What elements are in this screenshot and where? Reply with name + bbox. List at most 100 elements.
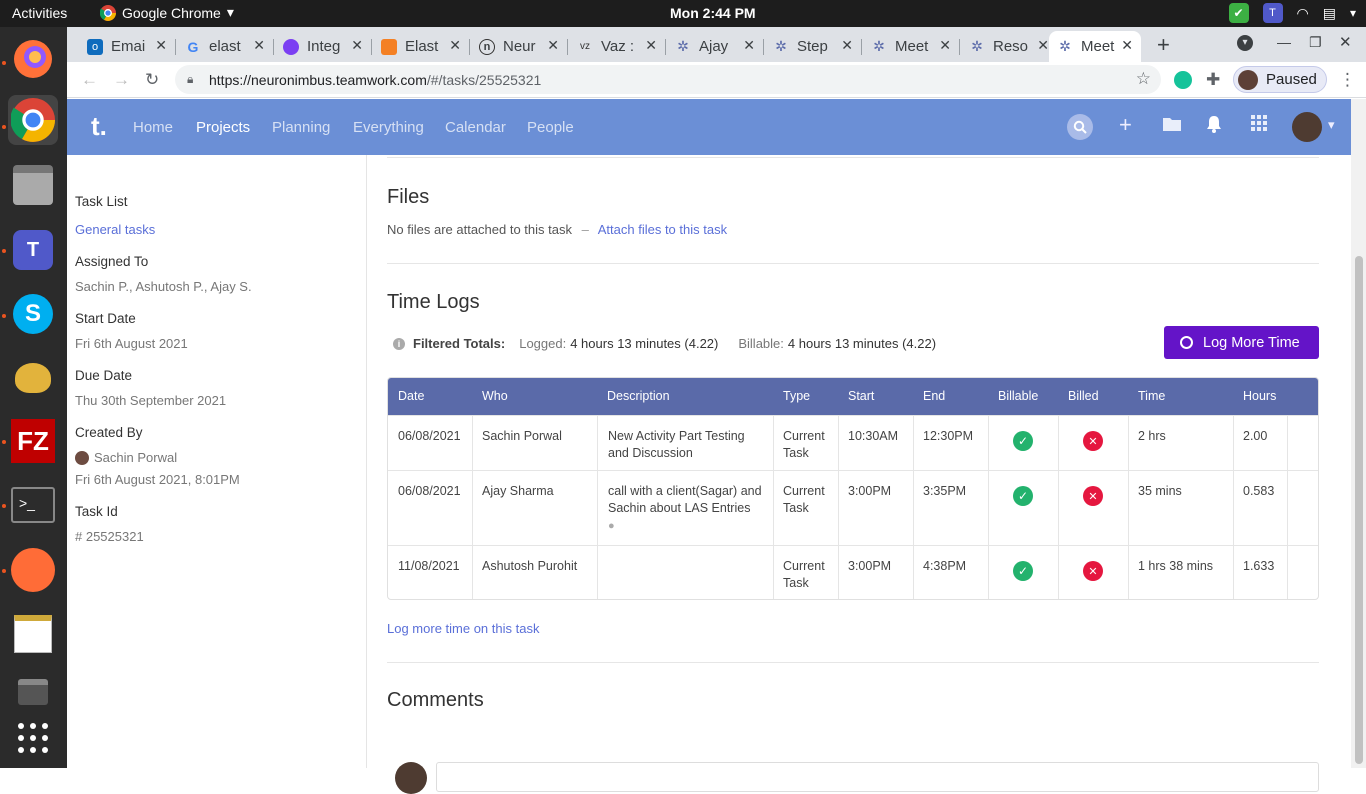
grammarly-icon[interactable] bbox=[1174, 71, 1192, 89]
billed-x-icon[interactable]: ✕ bbox=[1083, 561, 1103, 581]
minimize-icon[interactable]: — bbox=[1277, 34, 1291, 50]
show-apps-icon[interactable] bbox=[8, 713, 58, 763]
nav-people[interactable]: People bbox=[527, 119, 574, 136]
table-row[interactable]: 11/08/2021 Ashutosh Purohit Current Task … bbox=[388, 545, 1318, 599]
close-icon[interactable]: ✕ bbox=[155, 37, 167, 54]
terminal-icon[interactable]: >_ bbox=[8, 480, 58, 530]
col-start[interactable]: Start bbox=[848, 389, 874, 403]
col-time[interactable]: Time bbox=[1138, 389, 1165, 403]
forward-icon[interactable]: → bbox=[113, 70, 130, 90]
nav-projects[interactable]: Projects bbox=[196, 119, 250, 136]
close-icon[interactable]: ✕ bbox=[253, 37, 265, 54]
comment-input[interactable] bbox=[436, 762, 1319, 792]
clock[interactable]: Mon 2:44 PM bbox=[670, 5, 756, 21]
col-date[interactable]: Date bbox=[398, 389, 424, 403]
tab-integration[interactable]: Integ ✕ bbox=[275, 31, 371, 62]
billable-check-icon[interactable]: ✓ bbox=[1013, 561, 1033, 581]
caret-down-icon[interactable]: ▾ bbox=[1350, 6, 1356, 20]
lock-icon[interactable]: 🔒︎ bbox=[187, 72, 193, 87]
billable-check-icon[interactable]: ✓ bbox=[1013, 431, 1033, 451]
table-row[interactable]: 06/08/2021 Ajay Sharma call with a clien… bbox=[388, 470, 1318, 545]
text-editor-icon[interactable] bbox=[8, 609, 58, 659]
close-icon[interactable]: ✕ bbox=[1121, 37, 1133, 54]
bell-icon[interactable] bbox=[1206, 115, 1222, 139]
col-who[interactable]: Who bbox=[482, 389, 508, 403]
page-scrollbar[interactable] bbox=[1351, 99, 1366, 768]
teams-tray-icon[interactable]: T bbox=[1262, 3, 1283, 23]
back-icon[interactable]: ← bbox=[81, 70, 98, 90]
col-end[interactable]: End bbox=[923, 389, 945, 403]
teams-icon[interactable]: T bbox=[8, 225, 58, 275]
tab-outlook[interactable]: o Emai ✕ bbox=[79, 31, 175, 62]
col-billable[interactable]: Billable bbox=[998, 389, 1038, 403]
close-window-icon[interactable]: ✕ bbox=[1339, 33, 1352, 51]
new-tab-button[interactable]: + bbox=[1157, 32, 1170, 58]
skype-icon[interactable]: S bbox=[8, 289, 58, 339]
col-billed[interactable]: Billed bbox=[1068, 389, 1099, 403]
billable-check-icon[interactable]: ✓ bbox=[1013, 486, 1033, 506]
nav-everything[interactable]: Everything bbox=[353, 119, 424, 136]
tab-elastic[interactable]: Elast ✕ bbox=[373, 31, 469, 62]
close-icon[interactable]: ✕ bbox=[645, 37, 657, 54]
attach-files-link[interactable]: Attach files to this task bbox=[598, 222, 727, 237]
files-icon[interactable] bbox=[8, 160, 58, 210]
nav-planning[interactable]: Planning bbox=[272, 119, 330, 136]
tab-meet-active[interactable]: ✲ Meet ✕ bbox=[1049, 31, 1141, 62]
col-type[interactable]: Type bbox=[783, 389, 810, 403]
activities-button[interactable]: Activities bbox=[12, 5, 67, 21]
col-hours[interactable]: Hours bbox=[1243, 389, 1276, 403]
billed-x-icon[interactable]: ✕ bbox=[1083, 431, 1103, 451]
close-icon[interactable]: ✕ bbox=[1037, 37, 1049, 54]
profile-button[interactable]: Paused bbox=[1233, 66, 1327, 93]
menu-icon[interactable]: ⋮ bbox=[1339, 70, 1356, 90]
nav-calendar[interactable]: Calendar bbox=[445, 119, 506, 136]
task-list-link[interactable]: General tasks bbox=[75, 222, 155, 237]
tab-step[interactable]: ✲ Step ✕ bbox=[765, 31, 861, 62]
search-icon[interactable] bbox=[1067, 114, 1093, 140]
close-icon[interactable]: ✕ bbox=[743, 37, 755, 54]
apps-grid-icon[interactable] bbox=[1251, 115, 1267, 137]
log-more-time-link[interactable]: Log more time on this task bbox=[387, 621, 539, 636]
chrome-dock-icon[interactable] bbox=[8, 95, 58, 145]
lamp-app-icon[interactable] bbox=[8, 353, 58, 403]
close-icon[interactable]: ✕ bbox=[939, 37, 951, 54]
maximize-icon[interactable]: ❐ bbox=[1309, 34, 1322, 51]
cell-who[interactable]: Ajay Sharma bbox=[482, 483, 554, 500]
tab-vaz[interactable]: vz Vaz : ✕ bbox=[569, 31, 665, 62]
tab-resource[interactable]: ✲ Reso ✕ bbox=[961, 31, 1057, 62]
table-row[interactable]: 06/08/2021 Sachin Porwal New Activity Pa… bbox=[388, 415, 1318, 470]
tab-neuronimbus[interactable]: n Neur ✕ bbox=[471, 31, 567, 62]
billed-x-icon[interactable]: ✕ bbox=[1083, 486, 1103, 506]
tab-meet[interactable]: ✲ Meet ✕ bbox=[863, 31, 959, 62]
tag-icon[interactable]: ● bbox=[608, 520, 615, 532]
nav-home[interactable]: Home bbox=[133, 119, 173, 136]
user-avatar[interactable] bbox=[1292, 112, 1322, 142]
firefox-icon[interactable] bbox=[8, 34, 58, 84]
wifi-icon[interactable]: ◠ bbox=[1297, 5, 1309, 22]
tab-ajay[interactable]: ✲ Ajay ✕ bbox=[667, 31, 763, 62]
log-more-time-button[interactable]: Log More Time bbox=[1164, 326, 1319, 359]
bookmark-star-icon[interactable]: ☆ bbox=[1136, 69, 1151, 89]
app-menu[interactable]: Google Chrome ▾ bbox=[100, 4, 234, 21]
extensions-icon[interactable]: ✚ bbox=[1206, 70, 1220, 90]
col-description[interactable]: Description bbox=[607, 389, 670, 403]
teamwork-logo[interactable]: t. bbox=[91, 111, 107, 142]
update-check-icon[interactable]: ✔ bbox=[1228, 3, 1249, 23]
filezilla-icon[interactable]: FZ bbox=[8, 416, 58, 466]
scrollbar-thumb[interactable] bbox=[1355, 256, 1363, 764]
clipboard-icon[interactable]: ▤ bbox=[1323, 5, 1336, 22]
close-icon[interactable]: ✕ bbox=[449, 37, 461, 54]
reload-icon[interactable]: ↻ bbox=[145, 70, 159, 90]
close-icon[interactable]: ✕ bbox=[351, 37, 363, 54]
address-bar[interactable]: 🔒︎ https://neuronimbus.teamwork.com/#/ta… bbox=[175, 65, 1161, 94]
chevron-down-icon[interactable]: ▾ bbox=[1328, 117, 1335, 133]
close-icon[interactable]: ✕ bbox=[841, 37, 853, 54]
tab-search-icon[interactable]: ▾ bbox=[1237, 35, 1253, 51]
cell-who[interactable]: Ashutosh Purohit bbox=[482, 558, 577, 575]
postman-icon[interactable] bbox=[8, 545, 58, 595]
close-icon[interactable]: ✕ bbox=[547, 37, 559, 54]
tab-google[interactable]: G elast ✕ bbox=[177, 31, 273, 62]
folder-icon[interactable] bbox=[1163, 115, 1181, 137]
calculator-icon[interactable] bbox=[8, 667, 58, 717]
cell-who[interactable]: Sachin Porwal bbox=[482, 428, 562, 445]
